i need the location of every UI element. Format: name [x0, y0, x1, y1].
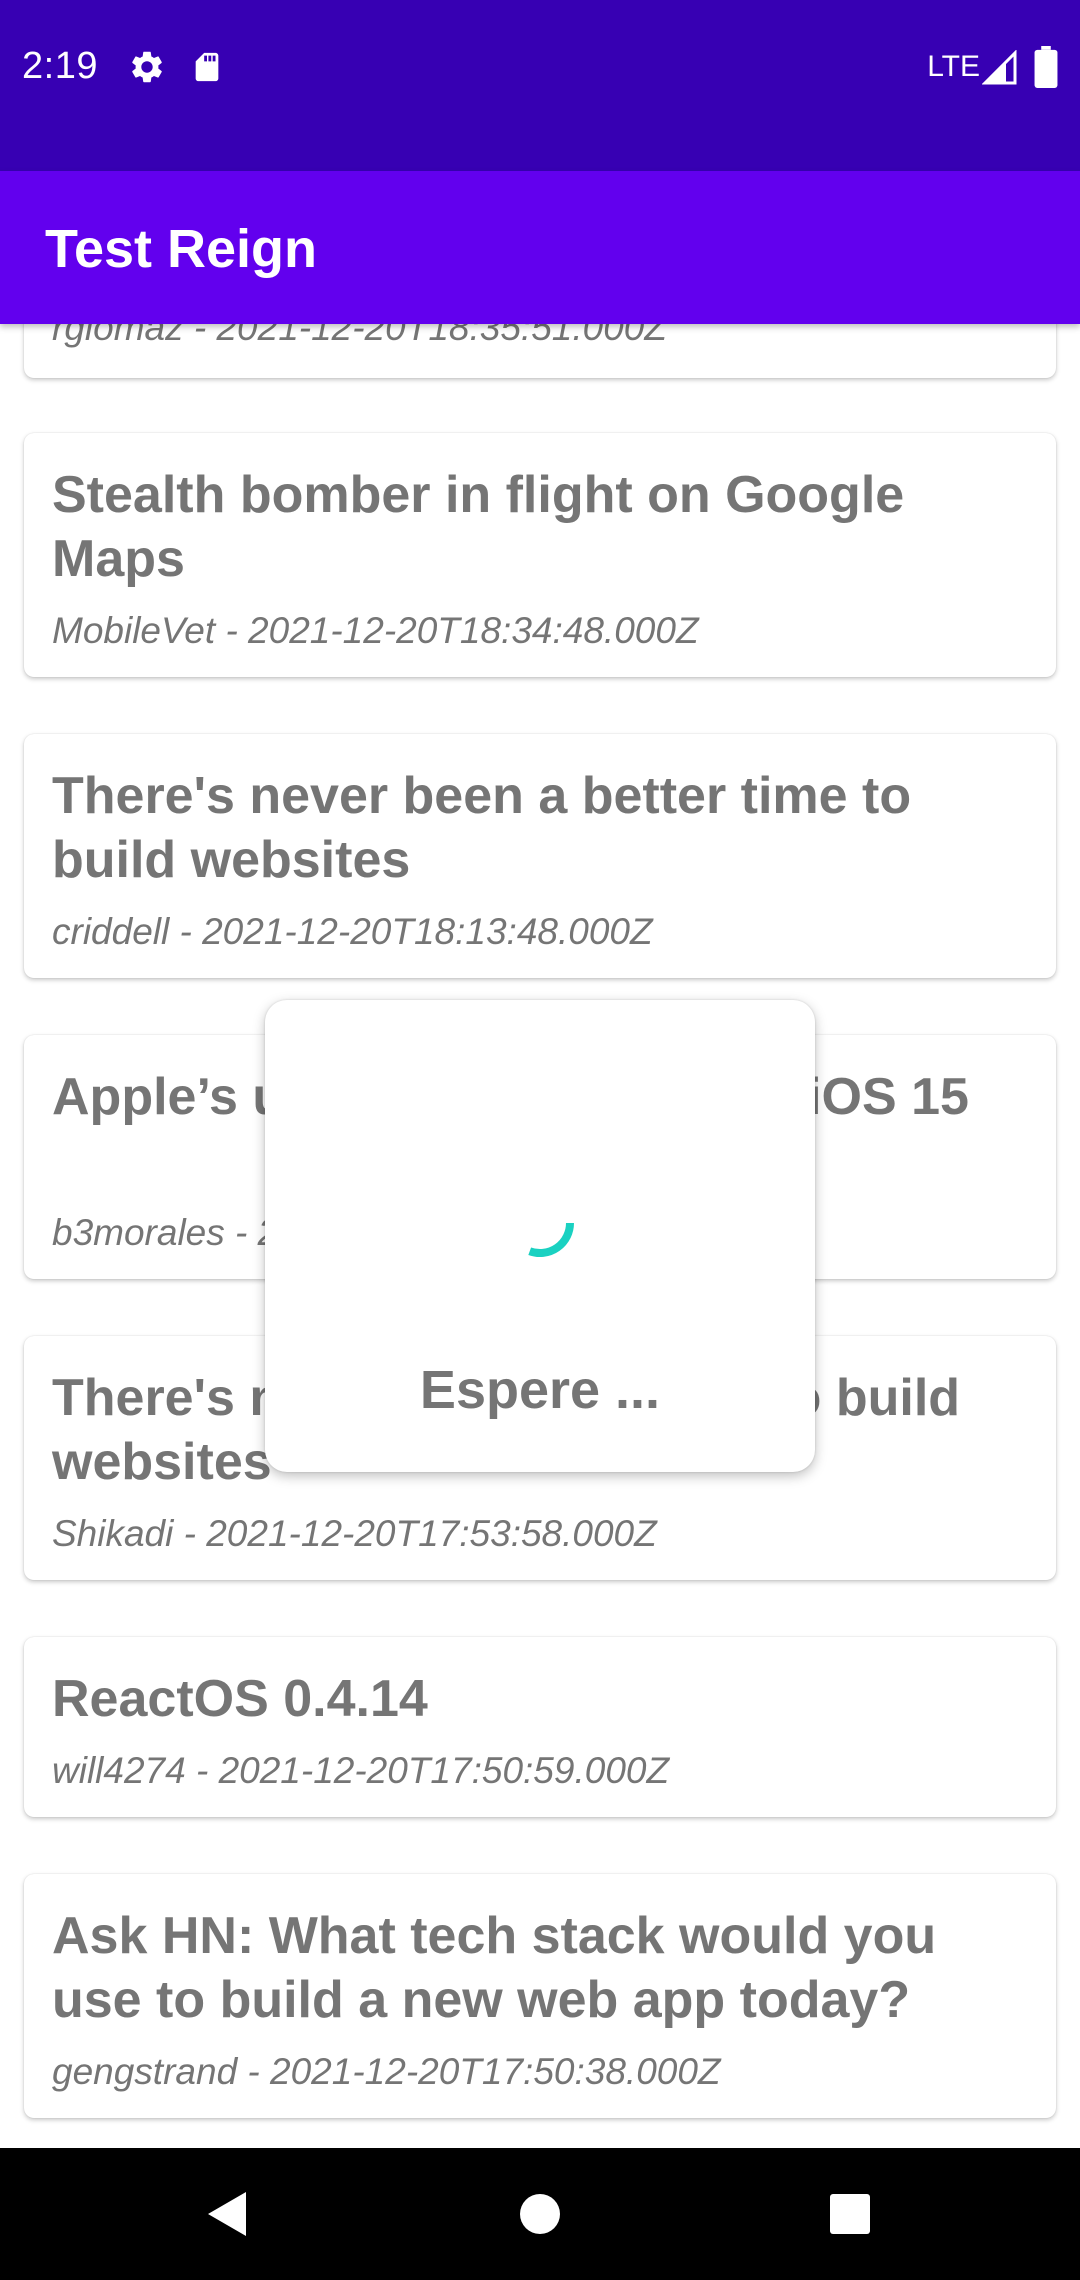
story-card[interactable]: Ask HN: What tech stack would you use to… [24, 1874, 1056, 2118]
loading-message: Espere ... [419, 1360, 661, 1420]
story-title: Ask HN: What tech stack would you use to… [52, 1907, 937, 2029]
screen: 2:19 LTE Test Reign rglomaz - 2021-12-20… [0, 0, 1080, 2280]
navigation-bar [0, 2148, 1080, 2280]
signal-icon [982, 50, 1017, 85]
story-meta: criddell - 2021-12-20T18:13:48.000Z [52, 911, 653, 952]
story-meta: Shikadi - 2021-12-20T17:53:58.000Z [52, 1513, 657, 1554]
story-card[interactable]: Stealth bomber in flight on Google Maps … [24, 433, 1056, 677]
status-time: 2:19 [22, 45, 98, 87]
loading-spinner-icon [528, 1222, 574, 1257]
story-meta: rglomaz - 2021-12-20T18:35:51.000Z [52, 324, 667, 348]
story-card[interactable]: ReactOS 0.4.14 will4274 - 2021-12-20T17:… [24, 1637, 1056, 1817]
story-title: Stealth bomber in flight on Google Maps [52, 466, 905, 588]
story-meta: gengstrand - 2021-12-20T17:50:38.000Z [52, 2051, 721, 2092]
story-card[interactable]: rglomaz - 2021-12-20T18:35:51.000Z [24, 324, 1056, 378]
network-label: LTE [927, 50, 980, 83]
status-bar: 2:19 LTE [0, 0, 1080, 171]
app-title: Test Reign [45, 219, 318, 279]
gear-icon [132, 51, 162, 83]
story-title: There's never been a better time to buil… [52, 767, 912, 889]
back-button[interactable] [186, 2174, 266, 2254]
loading-dialog: Espere ... [265, 1000, 815, 1472]
story-meta: will4274 - 2021-12-20T17:50:59.000Z [52, 1750, 670, 1791]
home-button[interactable] [500, 2174, 580, 2254]
story-card[interactable]: There's never been a better time to buil… [24, 734, 1056, 978]
story-meta: MobileVet - 2021-12-20T18:34:48.000Z [52, 610, 699, 651]
battery-icon [1034, 46, 1058, 88]
recents-button[interactable] [810, 2174, 890, 2254]
story-title: ReactOS 0.4.14 [52, 1670, 428, 1728]
app-bar: Test Reign [0, 171, 1080, 324]
sd-card-icon [195, 52, 219, 82]
